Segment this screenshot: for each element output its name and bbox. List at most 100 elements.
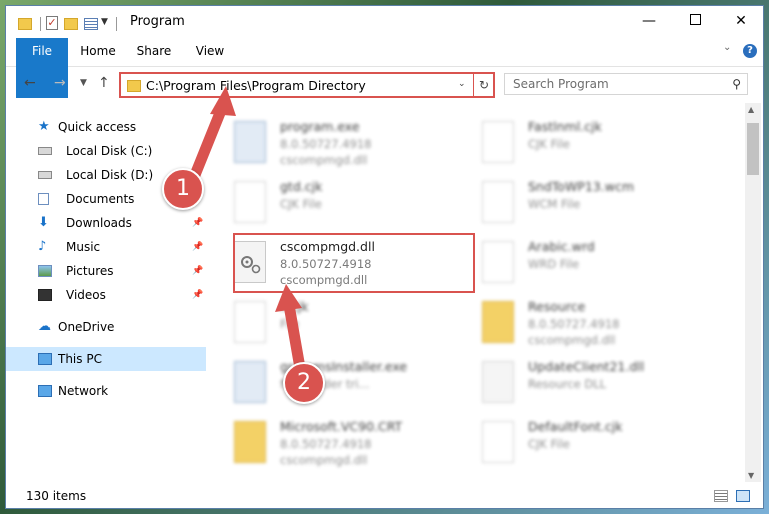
sidebar-item-videos[interactable]: Videos 📌 xyxy=(6,283,206,307)
chevron-down-icon[interactable]: ▼ xyxy=(101,17,108,33)
sidebar-item-label: Network xyxy=(58,384,109,398)
sidebar-item-label: This PC xyxy=(58,352,102,366)
sidebar-item-downloads[interactable]: ⬇ Downloads 📌 xyxy=(6,211,206,235)
file-name: Fastlnml.cjk xyxy=(528,119,602,134)
status-bar: 130 items xyxy=(6,484,763,508)
scroll-down-icon[interactable]: ▼ xyxy=(748,471,754,480)
file-icon xyxy=(482,181,514,223)
star-icon: ★ xyxy=(38,119,50,134)
sidebar-item-label: Documents xyxy=(66,192,135,206)
properties-check-icon[interactable]: ✓ xyxy=(46,16,58,30)
file-detail: 8.0.50727.4918 xyxy=(528,317,620,331)
tab-home[interactable]: Home xyxy=(76,38,120,64)
scroll-thumb[interactable] xyxy=(747,123,759,175)
file-detail: File xyxy=(280,317,300,331)
tab-view[interactable]: View xyxy=(188,38,232,64)
file-name: DefaultFont.cjk xyxy=(528,419,623,434)
dll-gear-icon xyxy=(234,241,266,283)
navigation-pane: ★ Quick access Local Disk (C:) Local Dis… xyxy=(6,101,206,484)
cloud-icon: ☁ xyxy=(38,319,51,334)
maximize-button[interactable] xyxy=(672,6,718,36)
sidebar-item-local-disk-c[interactable]: Local Disk (C:) xyxy=(6,139,206,163)
forward-arrow-icon[interactable]: → xyxy=(54,75,66,91)
rename-icon[interactable] xyxy=(84,18,98,30)
pin-icon[interactable]: 📌 xyxy=(192,259,203,283)
explorer-window: ✓ ▼ Program — ✕ File Home Share View ⌄ ?… xyxy=(6,6,763,508)
file-name: Microsoft.VC90.CRT xyxy=(280,419,403,434)
file-item[interactable]: ll.cjk File xyxy=(216,295,456,355)
file-item[interactable]: Resource 8.0.50727.4918 cscompmgd.dll xyxy=(464,295,704,355)
tab-share[interactable]: Share xyxy=(132,38,176,64)
search-input[interactable]: Search Program ⚲ xyxy=(504,73,748,95)
file-icon xyxy=(482,241,514,283)
divider xyxy=(116,17,117,31)
tiles-view-icon[interactable] xyxy=(736,490,750,502)
sidebar-item-onedrive[interactable]: ☁ OneDrive xyxy=(6,315,206,339)
sidebar-item-music[interactable]: ♪ Music 📌 xyxy=(6,235,206,259)
callout-1: 1 xyxy=(162,168,204,210)
file-icon xyxy=(482,421,514,463)
sidebar-item-pictures[interactable]: Pictures 📌 xyxy=(6,259,206,283)
file-item[interactable]: gtd.cjk CJK File xyxy=(216,175,456,235)
sidebar-item-label: Pictures xyxy=(66,264,114,278)
file-detail: 8.0.50727.4918 xyxy=(280,437,372,451)
up-arrow-icon[interactable]: ↑ xyxy=(98,75,110,91)
title-bar: ✓ ▼ Program — ✕ xyxy=(6,6,763,38)
file-version: 8.0.50727.4918 xyxy=(280,257,372,271)
help-icon[interactable]: ? xyxy=(743,44,757,58)
file-detail: WRD File xyxy=(528,257,580,271)
file-detail: Resource DLL xyxy=(528,377,607,391)
details-view-icon[interactable] xyxy=(714,490,728,502)
gear-icon xyxy=(241,256,261,274)
maximize-icon xyxy=(689,14,701,25)
file-icon xyxy=(482,121,514,163)
file-list: program.exe 8.0.50727.4918 cscompmgd.dll… xyxy=(216,101,743,484)
refresh-icon[interactable]: ↻ xyxy=(473,74,494,96)
file-name: cscompmgd.dll xyxy=(280,239,375,254)
file-item[interactable]: program.exe 8.0.50727.4918 cscompmgd.dll xyxy=(216,115,456,175)
chevron-down-icon[interactable]: ⌄ xyxy=(458,79,466,89)
minimize-button[interactable]: — xyxy=(626,6,672,36)
document-icon xyxy=(38,193,49,205)
close-button[interactable]: ✕ xyxy=(718,6,763,36)
file-item[interactable]: grammsInstaller.exe fineReader tri... xyxy=(216,355,456,415)
file-item[interactable]: Fastlnml.cjk CJK File xyxy=(464,115,704,175)
vertical-scrollbar[interactable]: ▲ ▼ xyxy=(745,103,761,482)
file-name: Resource xyxy=(528,299,586,314)
file-icon xyxy=(234,301,266,343)
file-name: program.exe xyxy=(280,119,360,134)
file-item[interactable]: Microsoft.VC90.CRT 8.0.50727.4918 cscomp… xyxy=(216,415,456,475)
file-item[interactable]: Arabic.wrd WRD File xyxy=(464,235,704,295)
file-item[interactable]: DefaultFont.cjk CJK File xyxy=(464,415,704,475)
file-item-cscompmgd-dll[interactable]: cscompmgd.dll 8.0.50727.4918 cscompmgd.d… xyxy=(216,235,456,295)
sidebar-item-label: Local Disk (C:) xyxy=(66,144,153,158)
new-folder-icon[interactable] xyxy=(64,18,78,30)
back-arrow-icon[interactable]: ← xyxy=(24,75,36,91)
sidebar-item-label: OneDrive xyxy=(58,320,115,334)
pin-icon[interactable]: 📌 xyxy=(192,211,203,235)
file-name: gtd.cjk xyxy=(280,179,323,194)
address-path[interactable]: C:\Program Files\Program Directory xyxy=(146,78,366,93)
folder-icon xyxy=(234,421,266,463)
sidebar-item-label: Local Disk (D:) xyxy=(66,168,154,182)
pin-icon[interactable]: 📌 xyxy=(192,235,203,259)
file-name: SndToWP13.wcm xyxy=(528,179,634,194)
dll-icon xyxy=(482,361,514,403)
file-detail: CJK File xyxy=(280,197,322,211)
search-icon[interactable]: ⚲ xyxy=(732,77,741,91)
scroll-up-icon[interactable]: ▲ xyxy=(748,105,754,114)
sidebar-item-this-pc[interactable]: This PC xyxy=(6,347,206,371)
sidebar-item-network[interactable]: Network xyxy=(6,379,206,403)
video-icon xyxy=(38,289,52,301)
file-detail: 8.0.50727.4918 xyxy=(280,137,372,151)
pin-icon[interactable]: 📌 xyxy=(192,283,203,307)
file-name: Arabic.wrd xyxy=(528,239,595,254)
file-item[interactable]: UpdateClient21.dll Resource DLL xyxy=(464,355,704,415)
search-placeholder: Search Program xyxy=(513,77,609,91)
sidebar-item-quick-access[interactable]: ★ Quick access xyxy=(6,115,206,139)
expand-ribbon-icon[interactable]: ⌄ xyxy=(723,42,731,53)
music-icon: ♪ xyxy=(38,239,47,254)
recent-locations-icon[interactable]: ▼ xyxy=(80,78,87,88)
file-item[interactable]: SndToWP13.wcm WCM File xyxy=(464,175,704,235)
address-bar[interactable]: C:\Program Files\Program Directory ⌄ ↻ xyxy=(119,72,495,98)
